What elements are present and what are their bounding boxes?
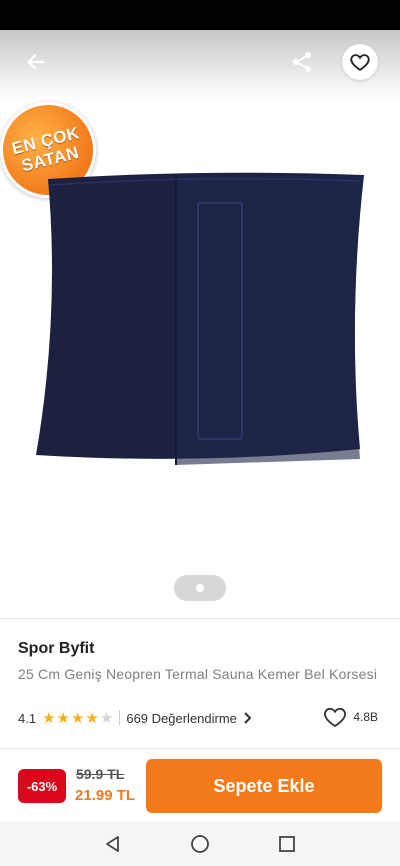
discount-badge: -63%	[18, 769, 66, 803]
product-info: Spor Byfit 25 Cm Geniş Neopren Termal Sa…	[18, 640, 382, 683]
system-nav-bar	[0, 821, 400, 866]
system-home-button[interactable]	[185, 829, 215, 859]
chevron-right-icon[interactable]	[243, 712, 253, 724]
divider	[119, 710, 121, 726]
star-icon: ★	[70, 709, 85, 727]
share-icon	[293, 52, 311, 72]
favorite-button[interactable]	[342, 44, 378, 80]
heart-outline-icon	[350, 54, 370, 71]
share-button[interactable]	[286, 46, 318, 78]
add-to-cart-button[interactable]: Sepete Ekle	[146, 759, 382, 813]
rating-value: 4.1	[18, 710, 37, 726]
back-button[interactable]	[20, 46, 52, 78]
divider	[0, 618, 400, 619]
system-recents-button[interactable]	[272, 829, 302, 859]
rating-stars: ★ ★ ★ ★ ★	[42, 711, 113, 726]
arrow-left-icon	[27, 54, 45, 70]
star-empty-icon: ★	[99, 709, 114, 727]
cart-bar: -63% 59.9 TL 21.99 TL Sepete Ekle	[0, 749, 400, 821]
reviews-link[interactable]: 669 Değerlendirme	[126, 711, 237, 726]
star-icon: ★	[42, 709, 56, 727]
star-icon: ★	[85, 709, 99, 727]
rating-row: 4.1 ★ ★ ★ ★ ★ 669 Değerlendirme 4.8B	[18, 706, 382, 728]
product-brand[interactable]: Spor Byfit	[18, 640, 382, 658]
header-gradient	[0, 30, 400, 100]
system-back-button[interactable]	[98, 829, 128, 859]
favorites-counter[interactable]: 4.8B	[323, 706, 378, 728]
circle-home-icon	[191, 834, 209, 853]
status-bar	[0, 0, 400, 30]
new-price: 21.99 TL	[75, 787, 136, 804]
image-pager[interactable]	[174, 575, 226, 601]
product-photo	[36, 172, 364, 465]
product-title: 25 Cm Geniş Neopren Termal Sauna Kemer B…	[18, 666, 378, 682]
square-recents-icon	[278, 835, 295, 852]
triangle-back-icon	[106, 835, 120, 852]
favorites-count: 4.8B	[353, 710, 378, 724]
heart-outline-icon	[324, 707, 347, 728]
product-image-gallery[interactable]: EN ÇOK SATAN	[0, 30, 400, 618]
pager-dot-active	[196, 584, 204, 592]
old-price: 59.9 TL	[76, 766, 125, 782]
star-icon: ★	[56, 709, 70, 727]
